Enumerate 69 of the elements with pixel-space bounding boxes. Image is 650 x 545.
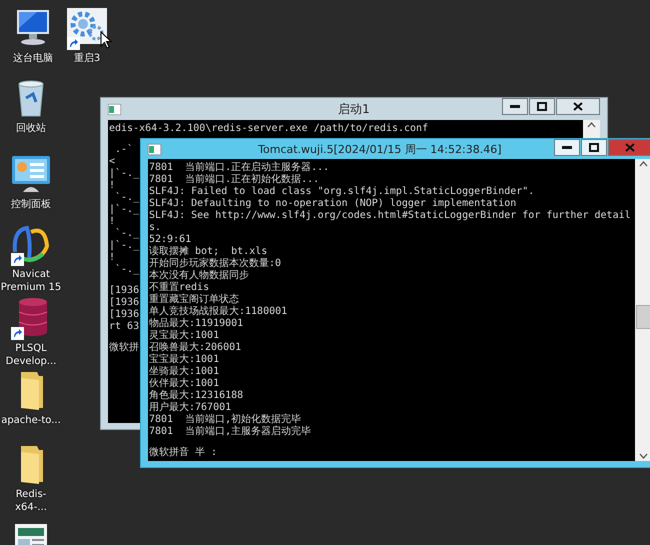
cursor-icon: [100, 31, 112, 49]
console-line: !: [109, 216, 116, 228]
desktop-icon-label[interactable]: 控制面板: [0, 198, 62, 211]
console-line: 重置藏宝阁订单状态: [149, 294, 239, 306]
console-line: 52:9:61: [149, 234, 192, 246]
console-line: 坐骑最大:1001: [149, 366, 220, 378]
desktop-icon-label[interactable]: Navicat Premium 15: [0, 268, 62, 294]
console-line: SLF4J: Failed to load class "org.slf4j.impl.StaticLoggerBinder".: [149, 186, 534, 198]
console-line: 7801 当前端口,初始化数据完毕: [149, 414, 302, 426]
window-title: 启动1: [338, 100, 370, 118]
scroll-down-icon[interactable]: [639, 453, 648, 459]
console-line: `-._: [114, 228, 140, 240]
console-line: 用户最大:767001: [149, 402, 232, 414]
console-line: 召唤兽最大:206001: [149, 342, 242, 354]
maximize-icon: [589, 143, 599, 152]
console-line: .-`: [114, 144, 134, 156]
console-line: [1936: [109, 309, 140, 321]
scroll-up-icon[interactable]: [587, 122, 596, 128]
scroll-up-icon[interactable]: [639, 161, 648, 167]
maximize-icon: [537, 102, 547, 111]
desktop-icon-label[interactable]: Redis-x64-...: [0, 488, 62, 514]
console-line: 读取摆摊 bot; bt.xls: [149, 246, 268, 258]
close-button[interactable]: [556, 98, 600, 115]
console-line: s.: [149, 222, 162, 234]
scroll-thumb[interactable]: [636, 305, 650, 329]
console-line: 7801 当前端口.正在启动主服务器...: [149, 162, 330, 174]
console-line: [1936: [109, 297, 140, 309]
console-line: !: [109, 180, 116, 192]
console-app-icon: [148, 144, 161, 154]
console-line: 开始同步玩家数据本次数量:0: [149, 258, 282, 270]
console-app-icon: [108, 104, 121, 114]
console-line: 物品最大:11919001: [149, 318, 244, 330]
close-icon: [625, 143, 635, 152]
console-line: SLF4J: See http://www.slf4j.org/codes.html#StaticLoggerBinder for further detail: [149, 210, 631, 222]
gear-icon[interactable]: [65, 6, 109, 50]
console-line: 微软拼: [109, 342, 139, 354]
console-line: 宝宝最大:1001: [149, 354, 220, 366]
console-line: 7801 当前端口,主服务器启动完毕: [149, 426, 312, 438]
console-line: `-._: [114, 192, 140, 204]
console-line: 单人竞技场战报最大:1180001: [149, 306, 288, 318]
minimize-icon: [562, 146, 572, 150]
console-line: 角色最大:12316188: [149, 390, 244, 402]
console-line: `-._: [114, 264, 140, 276]
console-line: 本次没有人物数据同步: [149, 270, 249, 282]
minimize-button[interactable]: [554, 139, 580, 156]
console-line: 伙伴最大:1001: [149, 378, 220, 390]
window-title: Tomcat.wuji.5[2024/01/15 周一 14:52:38.46]: [258, 142, 502, 156]
minimize-button[interactable]: [502, 98, 528, 115]
console-line: |`-._: [109, 240, 140, 252]
maximize-button[interactable]: [581, 139, 607, 156]
minimize-icon: [510, 104, 520, 108]
console-line: |`-._: [109, 168, 140, 180]
console-line: [1936: [109, 285, 140, 297]
scrollbar[interactable]: [635, 159, 650, 461]
console-line: SLF4J: Defaulting to no-operation (NOP) logger implementation: [149, 198, 516, 210]
console-line: edis-x64-3.2.100\redis-server.exe /path/to/redis.conf: [109, 123, 428, 135]
console-line: !: [109, 252, 116, 264]
console-line: 不重置redis: [149, 282, 210, 294]
desktop-icon-label[interactable]: 回收站: [0, 122, 62, 135]
console-line: |`-._: [109, 204, 140, 216]
console-line: 灵宝最大:1001: [149, 330, 220, 342]
maximize-button[interactable]: [529, 98, 555, 115]
close-icon: [573, 102, 583, 111]
console-line: <: [109, 156, 116, 168]
desktop-icon-label[interactable]: PLSQL Develop...: [0, 342, 62, 368]
console-line: 微软拼音 半 :: [149, 447, 218, 459]
console-line: 7801 当前端口.正在初始化数据...: [149, 174, 320, 186]
desktop-icon-label[interactable]: apache-to...: [0, 414, 62, 427]
console-line: rt 63: [109, 321, 140, 333]
